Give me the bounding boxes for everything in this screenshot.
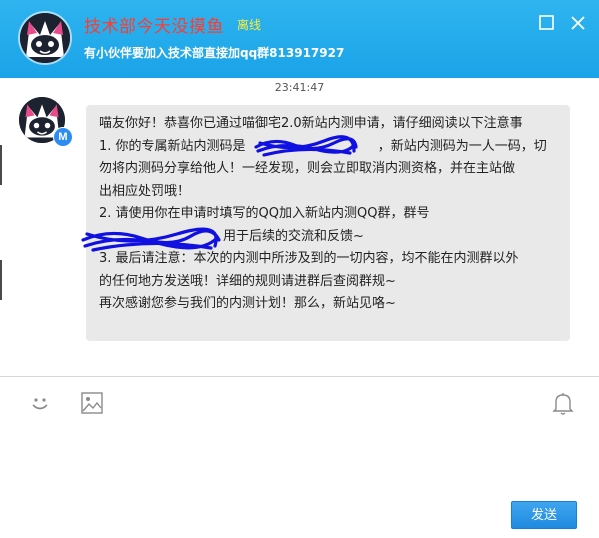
left-edge-marker xyxy=(0,145,2,185)
composer-divider xyxy=(0,376,599,377)
close-icon xyxy=(571,16,585,30)
message-line: 出相应处罚哦！ xyxy=(99,183,191,199)
message-input[interactable] xyxy=(0,420,599,538)
redaction-scribble xyxy=(81,227,221,252)
mascot-avatar-icon xyxy=(20,13,70,63)
smiley-icon xyxy=(32,398,48,410)
online-status: 离线 xyxy=(237,18,262,32)
maximize-button[interactable] xyxy=(538,14,556,32)
message-line: 勿将内测码分享给他人！一经发现，则会立即取消内测资格，并在主站做 xyxy=(99,161,516,176)
send-button[interactable]: 发送 xyxy=(511,501,577,529)
image-icon xyxy=(81,392,103,414)
message-line: 再次感谢您参与我们的内测计划！那么，新站见咯~ xyxy=(99,296,396,311)
message-timestamp: 23:41:47 xyxy=(274,81,325,94)
title-bar: 技术部今天没摸鱼 离线 有小伙伴要加入技术部直接加qq群813917927 xyxy=(0,0,599,78)
emoji-button[interactable] xyxy=(27,390,53,416)
contact-name[interactable]: 技术部今天没摸鱼 xyxy=(84,12,224,37)
message-line: 的任何地方发送哦！详细的规则请进群后查阅群规~ xyxy=(99,273,396,289)
redaction-scribble xyxy=(254,135,358,157)
left-edge-marker xyxy=(0,260,2,300)
maximize-icon xyxy=(539,15,554,30)
contact-signature: 有小伙伴要加入技术部直接加qq群813917927 xyxy=(84,46,345,60)
message-list[interactable]: 23:41:47 M 喵友你好！恭喜你已通过喵御宅2.0新站内测申请，请仔细阅读… xyxy=(0,78,599,376)
image-button[interactable] xyxy=(79,390,105,416)
close-button[interactable] xyxy=(569,14,587,32)
contact-avatar[interactable] xyxy=(20,13,70,63)
sender-badge: M xyxy=(53,127,73,147)
message-line: 2. 请使用你在申请时填写的QQ加入新站内测QQ群，群号 xyxy=(99,206,430,221)
bell-icon xyxy=(552,393,574,415)
notification-button[interactable] xyxy=(550,390,576,416)
message-bubble: 喵友你好！恭喜你已通过喵御宅2.0新站内测申请，请仔细阅读以下注意事 1. 你的… xyxy=(81,105,570,341)
